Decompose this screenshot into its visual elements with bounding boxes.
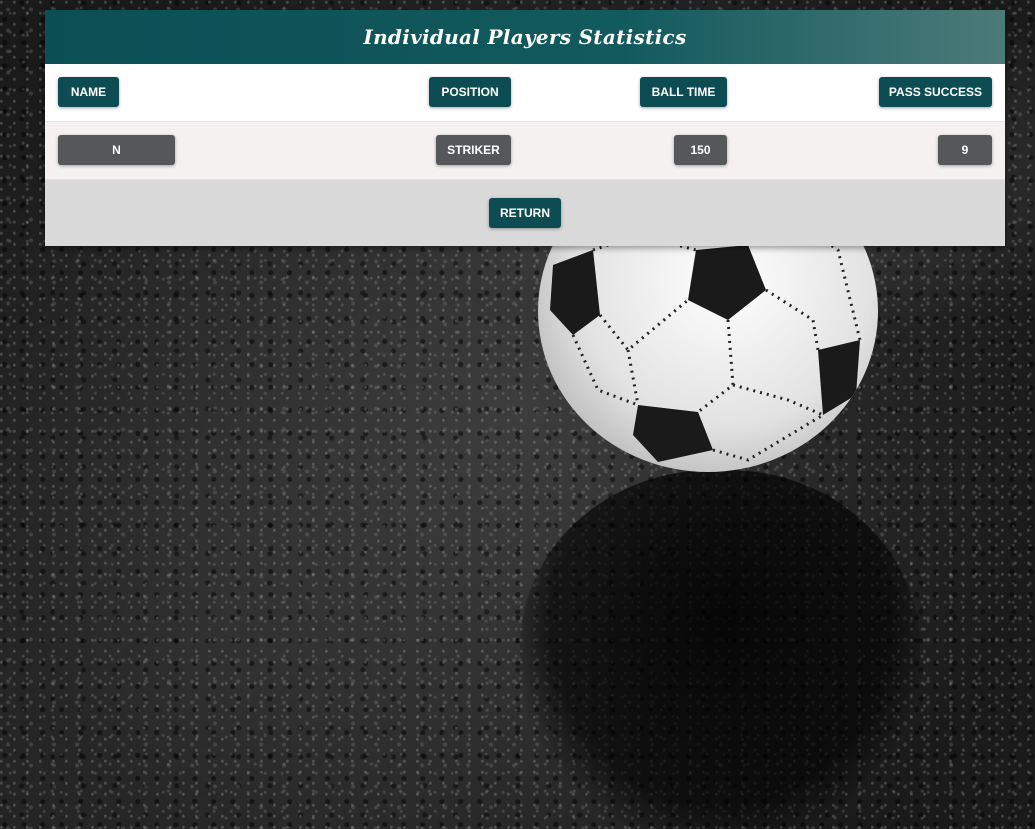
cell-player-name[interactable]: N bbox=[58, 135, 175, 165]
column-header-position[interactable]: POSITION bbox=[429, 77, 511, 107]
cell-player-position[interactable]: STRIKER bbox=[436, 135, 511, 165]
return-button[interactable]: RETURN bbox=[489, 198, 561, 228]
table-row: N STRIKER 150 9 bbox=[45, 122, 1005, 180]
column-header-name[interactable]: NAME bbox=[58, 77, 119, 107]
panel-footer: RETURN bbox=[45, 180, 1005, 246]
cell-pass-success[interactable]: 9 bbox=[938, 135, 992, 165]
cell-ball-time[interactable]: 150 bbox=[674, 135, 727, 165]
table-header-row: NAME POSITION BALL TIME PASS SUCCESS bbox=[45, 64, 1005, 122]
panel-header: Individual Players Statistics bbox=[45, 10, 1005, 64]
column-header-pass-success[interactable]: PASS SUCCESS bbox=[879, 77, 992, 107]
column-header-ball-time[interactable]: BALL TIME bbox=[640, 77, 727, 107]
page-title: Individual Players Statistics bbox=[363, 25, 687, 49]
player-stats-panel: Individual Players Statistics NAME POSIT… bbox=[45, 10, 1005, 246]
ball-shadow bbox=[520, 470, 920, 829]
